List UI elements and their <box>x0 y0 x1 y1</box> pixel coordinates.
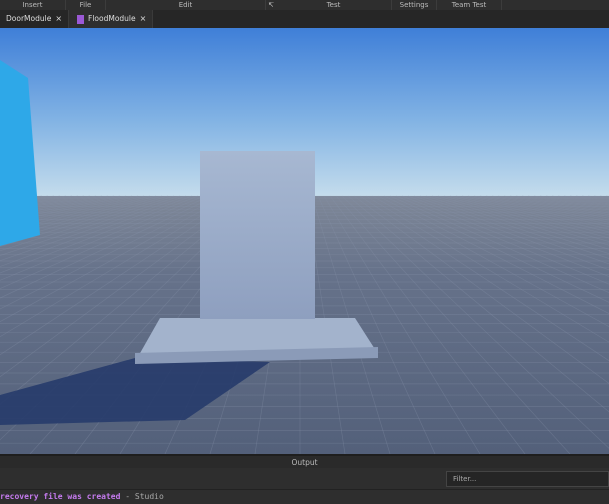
menu-settings[interactable]: Settings <box>392 0 437 10</box>
scene <box>0 28 609 454</box>
menu-team-test[interactable]: Team Test <box>437 0 502 10</box>
close-icon[interactable]: × <box>140 10 147 28</box>
3d-viewport[interactable] <box>0 28 609 454</box>
module-script-icon <box>77 14 85 24</box>
tab-label: FloodModule <box>88 14 136 23</box>
script-tabs: DoorModule × FloodModule × <box>0 10 609 28</box>
tab-label: DoorModule <box>6 14 52 23</box>
tab-flood-module[interactable]: FloodModule × <box>69 10 154 28</box>
menu-test[interactable]: Test <box>276 0 392 10</box>
tab-door-module[interactable]: DoorModule × <box>0 10 70 28</box>
menu-insert[interactable]: Insert <box>0 0 66 10</box>
output-toolbar: Filter... <box>0 468 609 490</box>
expand-icon[interactable]: ↸ <box>266 0 276 10</box>
filter-input[interactable]: Filter... <box>446 471 609 487</box>
door-panel <box>200 151 315 319</box>
menu-edit[interactable]: Edit <box>106 0 266 10</box>
menu-bar: Insert File Edit ↸ Test Settings Team Te… <box>0 0 609 10</box>
menu-file[interactable]: File <box>66 0 106 10</box>
output-panel-title: Output <box>0 454 609 468</box>
close-icon[interactable]: × <box>55 10 62 28</box>
output-log: recovery file was created - Studio <box>0 490 609 501</box>
